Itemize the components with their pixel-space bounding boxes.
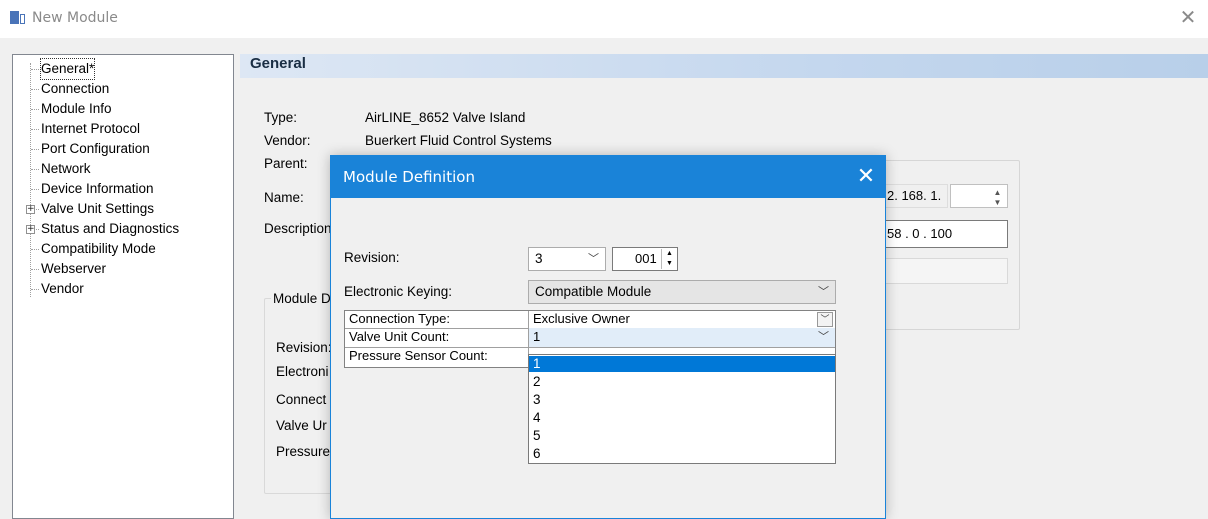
tree-connector <box>31 169 39 170</box>
electronic-keying-label: Electronic Keying: <box>344 284 453 299</box>
revision-minor-spinner[interactable]: 001 ▲ ▼ <box>612 247 678 271</box>
expand-icon[interactable]: + <box>26 205 35 214</box>
ip-address-field[interactable]: 58 . 0 . 100 <box>880 220 1008 248</box>
revision-major-value: 3 <box>535 251 543 266</box>
module-definition-group-label: Module D <box>271 291 333 306</box>
grid-label-connection-type: Connection Type: <box>349 311 450 326</box>
type-value: AirLINE_8652 Valve Island <box>365 110 526 125</box>
tree-connector <box>31 129 39 130</box>
tree-connector <box>31 269 39 270</box>
tree-connector <box>31 189 39 190</box>
valve-unit-count-select[interactable]: 1 ﹀ <box>529 328 835 347</box>
dropdown-option[interactable]: 3 <box>529 392 835 408</box>
revision-major-select[interactable]: 3 ﹀ <box>528 247 606 271</box>
vendor-value: Buerkert Fluid Control Systems <box>365 133 552 148</box>
tree-item-connection[interactable]: Connection <box>41 79 109 99</box>
ip-octet-spinner[interactable]: ▲ ▼ <box>950 184 1008 208</box>
tree-item-compatibility-mode[interactable]: Compatibility Mode <box>41 239 156 259</box>
dropdown-option[interactable]: 4 <box>529 410 835 426</box>
tree-connector <box>31 249 39 250</box>
category-tree[interactable]: General* Connection Module Info Internet Pr… <box>12 54 234 519</box>
dropdown-option[interactable]: 6 <box>529 446 835 462</box>
tree-item-webserver[interactable]: Webserver <box>41 259 106 279</box>
chevron-down-icon: ﹀ <box>818 286 829 298</box>
revision-spin-buttons[interactable]: ▲ ▼ <box>661 249 677 269</box>
parent-label: Parent: <box>264 156 308 171</box>
spin-down-icon[interactable]: ▼ <box>989 196 1006 210</box>
window-title: New Module <box>32 10 118 26</box>
revision-minor-value: 001 <box>635 251 657 266</box>
type-label: Type: <box>264 110 298 125</box>
name-label: Name: <box>264 190 304 205</box>
tree-item-vendor[interactable]: Vendor <box>41 279 84 299</box>
host-name-field[interactable] <box>880 258 1008 284</box>
electronic-keying-value: Compatible Module <box>535 284 652 299</box>
tree-item-general[interactable]: General* <box>39 58 96 80</box>
dialog-close-button[interactable]: ✕ <box>851 162 881 192</box>
tree-connector <box>31 289 39 290</box>
dialog-title: Module Definition <box>343 168 475 186</box>
tree-item-valve-unit-settings[interactable]: Valve Unit Settings <box>41 199 154 219</box>
app-icon <box>10 11 25 24</box>
ip-address-text: 58 . 0 . 100 <box>887 226 953 241</box>
tree-connector-line <box>30 63 31 297</box>
tree-item-network[interactable]: Network <box>41 159 91 179</box>
tree-connector <box>31 89 39 90</box>
tree-item-port-configuration[interactable]: Port Configuration <box>41 139 150 159</box>
window-titlebar <box>0 0 1208 38</box>
bg-connection-label: Connect <box>276 392 327 407</box>
dropdown-option[interactable]: 2 <box>529 374 835 390</box>
vendor-label: Vendor: <box>264 133 311 148</box>
spin-up-icon[interactable]: ▲ <box>662 249 677 259</box>
valve-unit-count-dropdown[interactable]: 1 2 3 4 5 6 <box>528 354 836 464</box>
connection-type-dropdown-button[interactable]: ﹀ <box>817 312 833 327</box>
electronic-keying-select[interactable]: Compatible Module ﹀ <box>528 280 836 304</box>
revision-label: Revision: <box>344 250 400 265</box>
tree-connector <box>31 69 39 70</box>
bg-revision-label: Revision: <box>276 340 332 355</box>
tree-item-internet-protocol[interactable]: Internet Protocol <box>41 119 140 139</box>
ip-partial-text: 2. 168. 1. <box>887 188 942 203</box>
chevron-down-icon: ﹀ <box>818 331 829 343</box>
valve-unit-count-value: 1 <box>533 329 541 344</box>
dropdown-option[interactable]: 5 <box>529 428 835 444</box>
bg-pressure-label: Pressure <box>276 444 331 459</box>
chevron-down-icon: ﹀ <box>588 253 599 265</box>
bg-valve-unit-label: Valve Ur <box>276 418 327 433</box>
dropdown-option[interactable]: 1 <box>529 356 835 372</box>
tree-item-status-and-diagnostics[interactable]: Status and Diagnostics <box>41 219 179 239</box>
ip-address-field-partial[interactable]: 2. 168. 1. <box>880 184 948 208</box>
expand-icon[interactable]: + <box>26 225 35 234</box>
tree-connector <box>31 149 39 150</box>
section-header-bar <box>240 54 1208 78</box>
grid-label-pressure-sensor-count: Pressure Sensor Count: <box>349 348 488 363</box>
connection-type-value[interactable]: Exclusive Owner <box>529 310 819 328</box>
description-label: Description <box>264 221 332 236</box>
window-close-button[interactable]: ✕ <box>1176 5 1200 29</box>
section-title: General <box>250 55 306 72</box>
tree-item-module-info[interactable]: Module Info <box>41 99 112 119</box>
tree-connector <box>31 109 39 110</box>
bg-electronic-keying-label: Electroni <box>276 364 329 379</box>
tree-item-device-information[interactable]: Device Information <box>41 179 154 199</box>
spin-down-icon[interactable]: ▼ <box>662 259 677 269</box>
grid-label-valve-unit-count: Valve Unit Count: <box>349 329 450 344</box>
